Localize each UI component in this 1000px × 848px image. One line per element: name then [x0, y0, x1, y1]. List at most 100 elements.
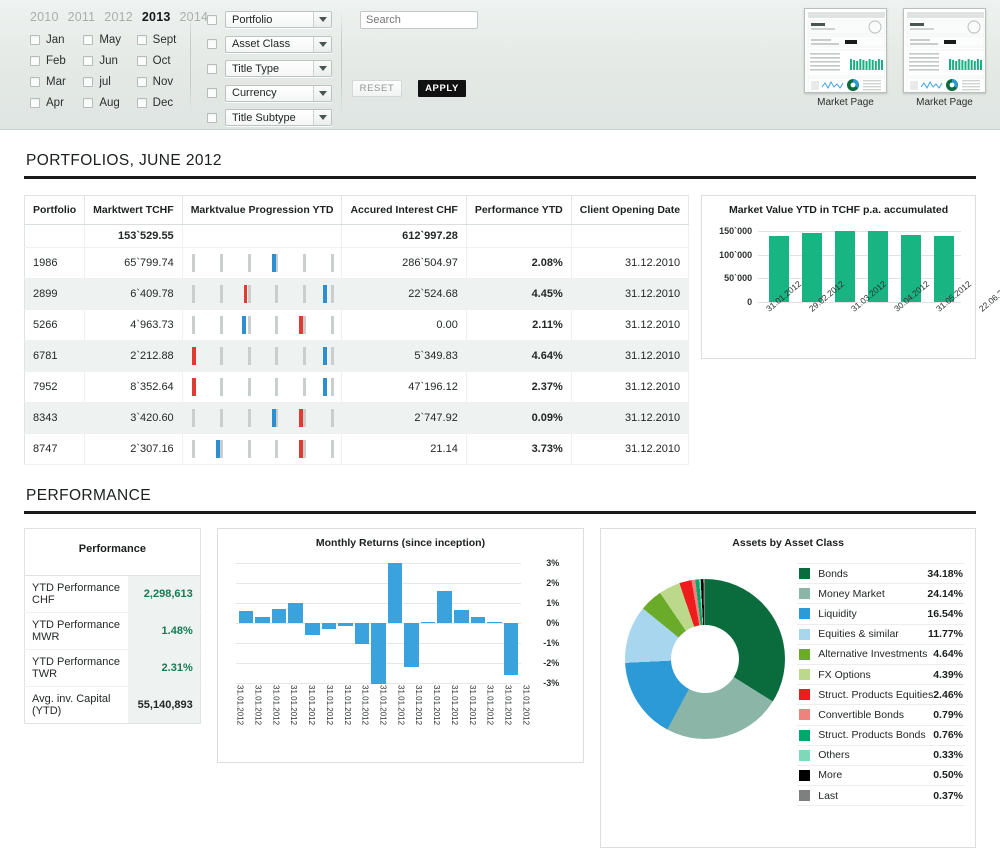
column-header-4[interactable]: Performance YTD: [466, 195, 572, 225]
year-option-2011[interactable]: 2011: [68, 10, 96, 24]
dropdown-currency[interactable]: Currency: [225, 84, 332, 102]
table-row[interactable]: 6781 2`212.88 5`349.83 4.64% 31.12.2010: [24, 340, 690, 372]
legend-item-11[interactable]: Last 0.37%: [797, 786, 965, 807]
legend-item-10[interactable]: More 0.50%: [797, 766, 965, 787]
checkbox-icon[interactable]: [30, 56, 40, 66]
thumbnail-image[interactable]: [903, 8, 986, 93]
thumbnail-image[interactable]: [804, 8, 887, 93]
spark-marker-dn: [192, 378, 196, 396]
year-selector[interactable]: 2010 2011 2012 2013 2014: [30, 10, 208, 24]
legend-item-3[interactable]: Equities & similar 11.77%: [797, 625, 965, 645]
chevron-down-icon[interactable]: [313, 12, 331, 27]
spark-tick: [219, 316, 223, 334]
month-checkbox-oct[interactable]: Oct: [136, 55, 190, 67]
table-row[interactable]: 8747 2`307.16 21.14 3.73% 31.12.2010: [24, 433, 690, 465]
bar-16: [503, 623, 519, 675]
checkbox-icon[interactable]: [30, 77, 40, 87]
table-row[interactable]: 8343 3`420.60 2`747.92 0.09% 31.12.2010: [24, 402, 690, 434]
search-input[interactable]: [360, 11, 478, 29]
year-option-2012[interactable]: 2012: [104, 10, 133, 24]
table-row[interactable]: 2899 6`409.78 22`524.68 4.45% 31.12.2010: [24, 278, 690, 310]
spark-tick: [275, 440, 279, 458]
legend-item-2[interactable]: Liquidity 16.54%: [797, 604, 965, 625]
month-checkbox-jun[interactable]: Jun: [83, 55, 136, 67]
legend-value: 2.46%: [933, 688, 963, 701]
checkbox-icon[interactable]: [83, 98, 94, 108]
chevron-down-icon[interactable]: [313, 110, 331, 125]
legend-item-0[interactable]: Bonds 34.18%: [797, 563, 965, 585]
bar-column-1: [255, 563, 270, 683]
dropdown-portfolio[interactable]: Portfolio: [225, 11, 332, 28]
dropdown-asset-class[interactable]: Asset Class: [225, 35, 332, 53]
spark-tick: [247, 316, 251, 334]
legend-item-4[interactable]: Alternative Investments 4.64%: [797, 645, 965, 665]
month-checkbox-apr[interactable]: Apr: [30, 97, 83, 109]
legend-swatch-icon: [799, 669, 811, 681]
month-checkbox-sept[interactable]: Sept: [136, 34, 190, 46]
performance-section-header: PERFORMANCE: [24, 487, 976, 514]
table-row[interactable]: 5266 4`963.73 0.00 2.11% 31.12.2010: [24, 309, 690, 341]
column-header-1[interactable]: Marktwert TCHF: [84, 195, 183, 225]
column-header-5[interactable]: Client Opening Date: [571, 195, 690, 225]
dropdown-title-type[interactable]: Title Type: [225, 60, 332, 77]
checkbox-icon[interactable]: [207, 14, 217, 25]
year-option-2010[interactable]: 2010: [30, 10, 59, 24]
cell-marktwert: 153`529.55: [84, 224, 183, 248]
checkbox-icon[interactable]: [30, 35, 40, 45]
spark-tick: [275, 316, 279, 334]
thumbnail-0[interactable]: Market Page: [804, 8, 887, 108]
chevron-down-icon[interactable]: [313, 36, 331, 52]
checkbox-icon[interactable]: [83, 77, 94, 87]
checkbox-icon[interactable]: [136, 56, 147, 66]
month-checkbox-aug[interactable]: Aug: [83, 97, 136, 109]
monthly-returns-bars: [238, 563, 520, 684]
legend-item-8[interactable]: Struct. Products Bonds 0.76%: [797, 726, 965, 746]
legend-item-6[interactable]: Struct. Products Equities 2.46%: [797, 685, 965, 706]
legend-item-1[interactable]: Money Market 24.14%: [797, 584, 965, 605]
thumbnail-1[interactable]: Market Page: [903, 8, 986, 108]
dropdown-title-subtype[interactable]: Title Subtype: [225, 109, 332, 126]
x-tick-label-3: 31.01.2012: [289, 685, 299, 726]
checkbox-icon[interactable]: [207, 88, 217, 98]
column-header-0[interactable]: Portfolio: [24, 195, 86, 225]
checkbox-icon[interactable]: [136, 98, 147, 108]
month-checkbox-nov[interactable]: Nov: [136, 76, 190, 88]
month-checkbox-dec[interactable]: Dec: [136, 97, 190, 109]
performance-area: Performance YTD Performance CHF 2,298,61…: [24, 528, 976, 848]
cell-spark: [182, 402, 343, 434]
legend-item-7[interactable]: Convertible Bonds 0.79%: [797, 705, 965, 726]
legend-item-9[interactable]: Others 0.33%: [797, 746, 965, 766]
reset-button[interactable]: RESET: [352, 80, 402, 97]
table-row[interactable]: 7952 8`352.64 47`196.12 2.37% 31.12.2010: [24, 371, 690, 403]
checkbox-icon[interactable]: [30, 98, 40, 108]
apply-button[interactable]: APPLY: [418, 80, 466, 97]
column-header-3[interactable]: Accured Interest CHF: [341, 195, 467, 225]
legend-swatch-icon: [799, 709, 811, 721]
month-checkbox-feb[interactable]: Feb: [30, 55, 83, 67]
spark-tick: [192, 254, 196, 272]
month-checkbox-jul[interactable]: jul: [83, 76, 136, 88]
month-checkbox-may[interactable]: May: [83, 34, 136, 46]
column-header-2[interactable]: Marktvalue Progression YTD: [182, 195, 343, 225]
chevron-down-icon[interactable]: [313, 61, 331, 76]
assets-legend: Bonds 34.18% Money Market 24.14% Liquidi…: [797, 563, 965, 807]
table-row[interactable]: 1986 65`799.74 286`504.97 2.08% 31.12.20…: [24, 247, 690, 279]
checkbox-icon[interactable]: [207, 112, 217, 123]
year-option-2013[interactable]: 2013: [142, 10, 171, 24]
month-checkbox-grid[interactable]: Jan May Sept Feb Jun Oct Mar jul Nov Apr…: [30, 34, 190, 109]
cell-portfolio: 1986: [24, 247, 86, 279]
month-checkbox-jan[interactable]: Jan: [30, 34, 83, 46]
bar-3: [288, 603, 303, 623]
legend-value: 4.39%: [933, 668, 963, 681]
checkbox-icon[interactable]: [136, 35, 147, 45]
checkbox-icon[interactable]: [83, 56, 94, 66]
checkbox-icon[interactable]: [136, 77, 147, 87]
checkbox-icon[interactable]: [83, 35, 94, 45]
cell-interest: 0.00: [341, 309, 467, 341]
x-tick-label-12: 31.01.2012: [449, 685, 459, 726]
legend-item-5[interactable]: FX Options 4.39%: [797, 665, 965, 686]
month-checkbox-mar[interactable]: Mar: [30, 76, 83, 88]
chevron-down-icon[interactable]: [313, 85, 331, 101]
checkbox-icon[interactable]: [207, 63, 217, 74]
checkbox-icon[interactable]: [207, 39, 217, 49]
